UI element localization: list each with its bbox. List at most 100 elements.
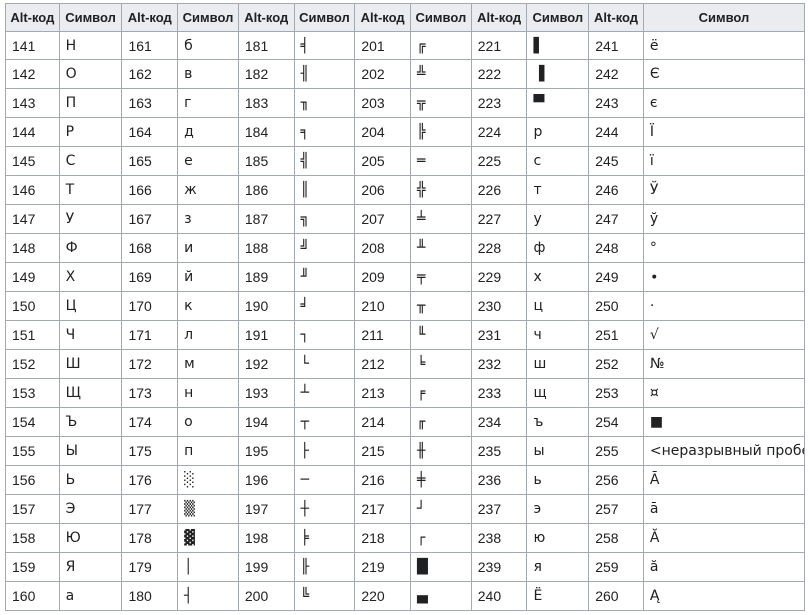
symbol-cell: ╪ <box>410 465 472 495</box>
column-header-symbol: Символ <box>58 3 123 32</box>
symbol-cell: м <box>177 349 239 379</box>
symbol-cell: ╫ <box>410 436 472 466</box>
symbol-cell: с <box>526 146 590 176</box>
symbol-cell: Ы <box>58 436 123 466</box>
symbol-cell: Щ <box>58 378 123 408</box>
alt-code-cell: 233 <box>470 378 528 408</box>
alt-code-cell: 203 <box>354 88 411 118</box>
alt-code-cell: 192 <box>237 349 295 379</box>
symbol-cell: ▓ <box>177 523 239 553</box>
symbol-cell: ю <box>526 523 590 553</box>
symbol-cell: ▒ <box>177 494 239 524</box>
symbol-cell: О <box>58 59 123 89</box>
column-header-alt-code: Alt-код <box>470 3 528 32</box>
symbol-cell: ц <box>526 291 590 321</box>
alt-code-table: Alt-код Символ Alt-код Символ Alt-код Символ A… <box>5 3 806 611</box>
table-row: 158 Ю 178 ▓ 198 ╞ 218 ┌ 238 ю 258 Ă <box>5 523 806 553</box>
symbol-cell: ā <box>642 494 806 524</box>
alt-code-cell: 206 <box>354 175 411 205</box>
alt-code-cell: 215 <box>354 436 411 466</box>
symbol-cell: ┘ <box>410 494 472 524</box>
table-header-row: Alt-код Символ Alt-код Символ Alt-код Символ A… <box>5 3 806 32</box>
symbol-cell: Ъ <box>58 407 123 437</box>
alt-code-cell: 229 <box>470 262 528 292</box>
alt-code-cell: 196 <box>237 465 295 495</box>
alt-code-cell: 256 <box>588 465 644 495</box>
table-row: 149 Х 169 й 189 ╜ 209 ╤ 229 х 249 ∙ <box>5 262 806 292</box>
symbol-cell: Ф <box>58 233 123 263</box>
table-row: 150 Ц 170 к 190 ╛ 210 ╥ 230 ц 250 · <box>5 291 806 321</box>
symbol-cell: л <box>177 320 239 350</box>
symbol-cell: Ц <box>58 291 123 321</box>
alt-code-cell: 184 <box>237 117 295 147</box>
symbol-cell: ш <box>526 349 590 379</box>
alt-code-cell: 260 <box>588 581 644 611</box>
alt-code-cell: 161 <box>121 31 179 60</box>
alt-code-cell: 168 <box>121 233 179 263</box>
symbol-cell: ╘ <box>410 349 472 379</box>
symbol-cell: п <box>177 436 239 466</box>
alt-code-cell: 197 <box>237 494 295 524</box>
alt-code-cell: 187 <box>237 204 295 234</box>
symbol-cell: у <box>526 204 590 234</box>
alt-code-cell: 258 <box>588 523 644 553</box>
alt-code-cell: 142 <box>5 59 60 89</box>
column-header-symbol: Символ <box>293 3 356 32</box>
alt-code-cell: 193 <box>237 378 295 408</box>
table-row: 152 Ш 172 м 192 └ 212 ╘ 232 ш 252 № <box>5 349 806 379</box>
alt-code-cell: 239 <box>470 552 528 582</box>
alt-code-cell: 146 <box>5 175 60 205</box>
alt-code-cell: 170 <box>121 291 179 321</box>
alt-code-cell: 219 <box>354 552 411 582</box>
symbol-cell: ╒ <box>410 378 472 408</box>
alt-code-cell: 208 <box>354 233 411 263</box>
symbol-cell: ╦ <box>410 88 472 118</box>
symbol-cell: ▀ <box>526 88 590 118</box>
alt-code-cell: 207 <box>354 204 411 234</box>
alt-code-cell: 148 <box>5 233 60 263</box>
table-row: 153 Щ 173 н 193 ┴ 213 ╒ 233 щ 253 ¤ <box>5 378 806 408</box>
symbol-cell: ┤ <box>177 581 239 611</box>
alt-code-cell: 244 <box>588 117 644 147</box>
symbol-cell: Ą <box>642 581 806 611</box>
symbol-cell: ╡ <box>293 31 356 60</box>
table-row: 154 Ъ 174 о 194 ┬ 214 ╓ 234 ъ 254 ■ <box>5 407 806 437</box>
alt-code-cell: 211 <box>354 320 411 350</box>
symbol-cell: Р <box>58 117 123 147</box>
column-header-symbol: Символ <box>177 3 239 32</box>
symbol-cell: ├ <box>293 436 356 466</box>
alt-code-cell: 194 <box>237 407 295 437</box>
symbol-cell: ░ <box>177 465 239 495</box>
alt-code-cell: 185 <box>237 146 295 176</box>
symbol-cell: ы <box>526 436 590 466</box>
alt-code-cell: 175 <box>121 436 179 466</box>
symbol-cell: х <box>526 262 590 292</box>
symbol-cell: Ā <box>642 465 806 495</box>
alt-code-cell: 242 <box>588 59 644 89</box>
column-header-alt-code: Alt-код <box>121 3 179 32</box>
symbol-cell: т <box>526 175 590 205</box>
alt-code-cell: 191 <box>237 320 295 350</box>
alt-code-cell: 241 <box>588 31 644 60</box>
alt-code-cell: 251 <box>588 320 644 350</box>
symbol-cell: Ю <box>58 523 123 553</box>
alt-code-cell: 235 <box>470 436 528 466</box>
table-row: 148 Ф 168 и 188 ╝ 208 ╨ 228 ф 248 ° <box>5 233 806 263</box>
alt-code-cell: 179 <box>121 552 179 582</box>
table-row: 159 Я 179 │ 199 ╟ 219 █ 239 я 259 ă <box>5 552 806 582</box>
alt-code-cell: 147 <box>5 204 60 234</box>
alt-code-cell: 165 <box>121 146 179 176</box>
symbol-cell: √ <box>642 320 806 350</box>
column-header-symbol: Символ <box>642 3 806 32</box>
alt-code-cell: 210 <box>354 291 411 321</box>
symbol-cell: ╩ <box>410 59 472 89</box>
alt-code-cell: 155 <box>5 436 60 466</box>
alt-code-cell: 205 <box>354 146 411 176</box>
alt-code-cell: 254 <box>588 407 644 437</box>
alt-code-cell: 226 <box>470 175 528 205</box>
alt-code-cell: 149 <box>5 262 60 292</box>
alt-code-cell: 153 <box>5 378 60 408</box>
symbol-cell: є <box>642 88 806 118</box>
alt-code-cell: 198 <box>237 523 295 553</box>
symbol-cell: а <box>58 581 123 611</box>
